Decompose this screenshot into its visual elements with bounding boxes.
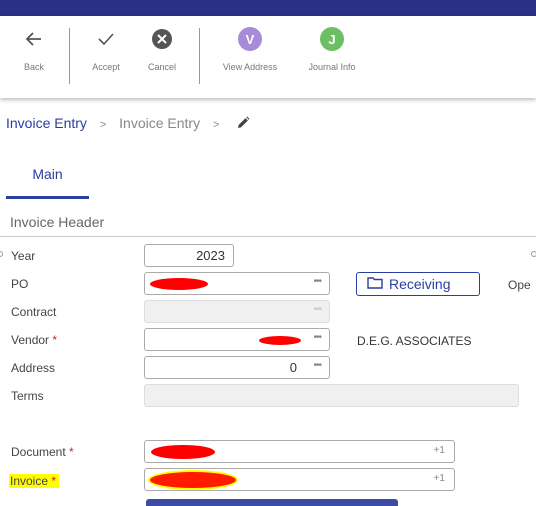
folder-icon (367, 276, 383, 292)
terms-field (144, 384, 519, 407)
year-value: 2023 (196, 248, 225, 263)
year-label: Year (11, 249, 36, 263)
increment-icon[interactable]: +1 (434, 473, 445, 484)
required-marker: * (69, 445, 74, 459)
resize-handle[interactable] (531, 251, 536, 257)
arrow-left-icon (18, 26, 50, 52)
view-address-label: View Address (222, 62, 278, 72)
address-label: Address (11, 361, 56, 375)
invoice-label: Invoice * (9, 474, 60, 488)
address-field[interactable]: 0 ••• (144, 356, 330, 379)
toolbar-divider (199, 28, 200, 84)
required-marker: * (51, 474, 57, 488)
redaction-mark (150, 472, 236, 488)
vendor-field[interactable]: ••• (144, 328, 330, 351)
vendor-label: Vendor * (11, 333, 58, 347)
breadcrumb-item[interactable]: Invoice Entry (6, 115, 87, 131)
journal-info-button[interactable]: J Journal Info (302, 26, 362, 72)
breadcrumb-separator: > (99, 119, 107, 131)
year-field[interactable]: 2023 (144, 244, 234, 267)
breadcrumb: Invoice Entry > Invoice Entry > (6, 115, 250, 133)
breadcrumb-item[interactable]: Invoice Entry (119, 115, 200, 131)
document-field[interactable]: +1 (144, 440, 455, 463)
tab-main[interactable]: Main (6, 160, 89, 199)
back-button[interactable]: Back (18, 26, 50, 72)
cancel-label: Cancel (147, 62, 176, 72)
section-title: Invoice Header (10, 214, 105, 230)
window-top-strip (0, 0, 536, 16)
truncated-label: Ope (508, 278, 531, 292)
redaction-mark (151, 445, 215, 459)
redaction-mark (259, 336, 301, 345)
po-label: PO (11, 277, 29, 291)
accept-button[interactable]: Accept (88, 26, 124, 72)
section-divider (0, 236, 536, 237)
toolbar: Back Accept Cancel V View Address J Jour… (0, 16, 536, 98)
invoice-field[interactable]: +1 (144, 468, 455, 491)
document-label: Document * (11, 445, 74, 459)
resize-handle[interactable] (0, 251, 3, 257)
close-circle-icon (144, 26, 180, 52)
ellipsis-icon[interactable]: ••• (313, 332, 321, 343)
journal-info-icon: J (320, 27, 344, 51)
view-address-button[interactable]: V View Address (218, 26, 282, 72)
receiving-label: Receiving (389, 276, 451, 292)
breadcrumb-separator: > (212, 119, 220, 131)
accept-label: Accept (92, 62, 120, 72)
bottom-button-edge[interactable] (146, 499, 398, 506)
checkmark-icon (88, 26, 124, 52)
pencil-icon[interactable] (236, 116, 250, 133)
contract-field: ••• (144, 300, 330, 323)
toolbar-divider (69, 28, 70, 84)
terms-label: Terms (11, 389, 44, 403)
ellipsis-icon: ••• (313, 304, 321, 315)
journal-info-label: Journal Info (308, 62, 356, 72)
address-value: 0 (289, 360, 297, 375)
contract-label: Contract (11, 305, 57, 319)
vendor-name: D.E.G. ASSOCIATES (357, 334, 472, 348)
redaction-mark (150, 278, 208, 290)
po-field[interactable]: ••• (144, 272, 330, 295)
receiving-button[interactable]: Receiving (356, 272, 480, 296)
ellipsis-icon[interactable]: ••• (313, 360, 321, 371)
view-address-icon: V (238, 27, 262, 51)
required-marker: * (52, 333, 58, 347)
increment-icon[interactable]: +1 (434, 445, 445, 456)
back-label: Back (23, 62, 44, 72)
ellipsis-icon[interactable]: ••• (313, 276, 321, 287)
cancel-button[interactable]: Cancel (144, 26, 180, 72)
